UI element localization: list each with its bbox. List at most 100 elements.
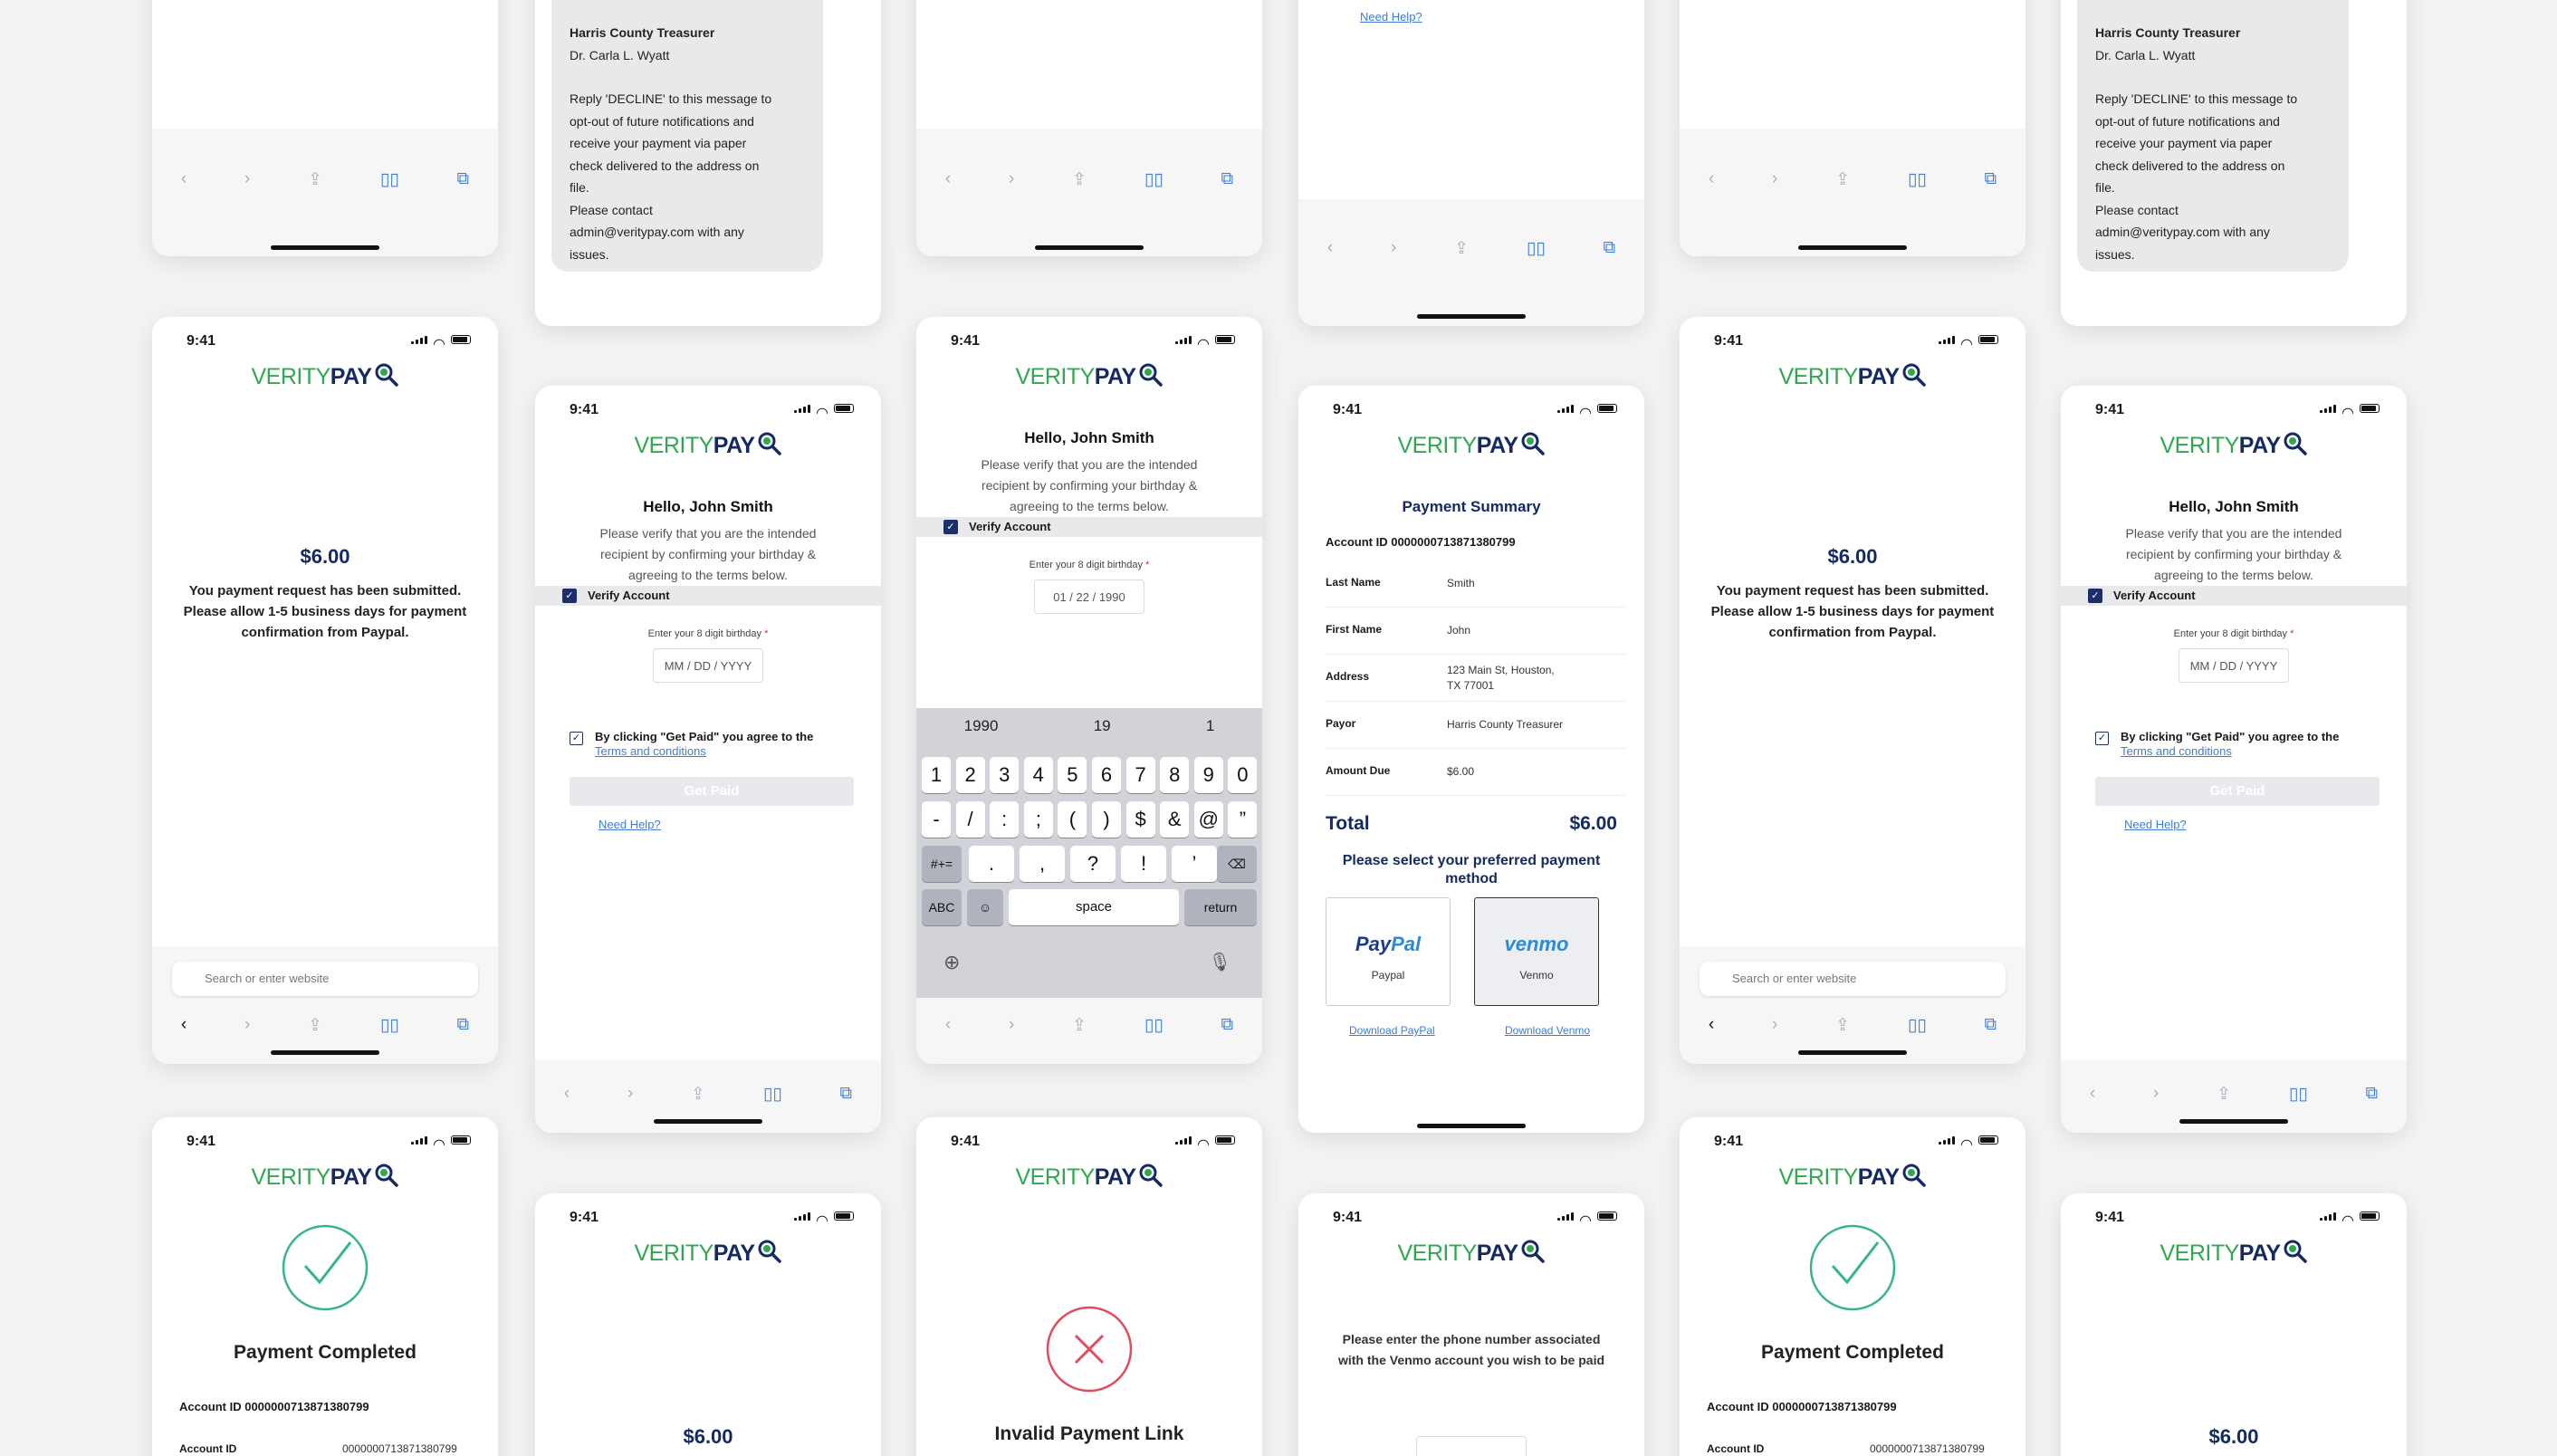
tabs-icon[interactable]: ⧉: [2366, 1084, 2379, 1104]
keyboard-key[interactable]: .: [969, 846, 1014, 882]
keyboard-key[interactable]: !: [1121, 846, 1166, 882]
keyboard-key[interactable]: :: [990, 801, 1020, 838]
delete-key[interactable]: ⌫: [1217, 846, 1257, 882]
download-paypal-link[interactable]: Download PayPal: [1349, 1024, 1435, 1037]
share-icon[interactable]: ⇪: [308, 1015, 322, 1036]
bookmarks-icon[interactable]: ▯▯: [763, 1084, 782, 1105]
forward-icon[interactable]: ›: [1009, 169, 1014, 189]
need-help-link[interactable]: Need Help?: [599, 818, 661, 831]
tabs-icon[interactable]: ⧉: [1985, 1015, 1997, 1035]
keyboard-key[interactable]: ,: [1020, 846, 1065, 882]
keyboard-key[interactable]: 0: [1228, 757, 1258, 793]
keyboard-key[interactable]: ;: [1023, 801, 1053, 838]
bookmarks-icon[interactable]: ▯▯: [2289, 1084, 2308, 1105]
share-icon[interactable]: ⇪: [1835, 169, 1850, 190]
forward-icon[interactable]: ›: [1009, 1015, 1014, 1035]
forward-icon[interactable]: ›: [1772, 169, 1777, 189]
need-help-link[interactable]: Need Help?: [2124, 818, 2187, 831]
back-icon[interactable]: ‹: [945, 1015, 951, 1035]
back-icon[interactable]: ‹: [181, 1015, 187, 1035]
microphone-icon[interactable]: 🎙: [1209, 951, 1231, 973]
globe-icon[interactable]: ⊕: [943, 951, 960, 974]
keyboard-key[interactable]: @: [1193, 801, 1223, 838]
abc-key[interactable]: ABC: [922, 889, 962, 925]
keyboard-key[interactable]: ?: [1070, 846, 1116, 882]
share-icon[interactable]: ⇪: [1072, 1015, 1087, 1036]
get-paid-button[interactable]: Get Paid: [2095, 777, 2380, 806]
bookmarks-icon[interactable]: ▯▯: [380, 1015, 399, 1036]
keyboard-key[interactable]: ): [1092, 801, 1121, 838]
checkbox-icon[interactable]: ✓: [2095, 732, 2109, 745]
forward-icon[interactable]: ›: [244, 1015, 250, 1035]
share-icon[interactable]: ⇪: [691, 1084, 705, 1105]
suggestion[interactable]: 1: [1206, 717, 1214, 735]
keyboard-key[interactable]: 6: [1092, 757, 1121, 793]
tabs-icon[interactable]: ⧉: [457, 169, 470, 189]
tabs-icon[interactable]: ⧉: [1604, 238, 1616, 258]
bookmarks-icon[interactable]: ▯▯: [1527, 238, 1546, 259]
bookmarks-icon[interactable]: ▯▯: [1908, 1015, 1927, 1036]
share-icon[interactable]: ⇪: [1454, 238, 1469, 259]
back-icon[interactable]: ‹: [1327, 238, 1333, 258]
keyboard-key[interactable]: ”: [1228, 801, 1258, 838]
space-key[interactable]: space: [1009, 889, 1179, 925]
forward-icon[interactable]: ›: [627, 1084, 633, 1104]
birthday-input[interactable]: MM / DD / YYYY: [653, 648, 763, 683]
search-input[interactable]: Search or enter website: [1700, 962, 2006, 996]
share-icon[interactable]: ⇪: [308, 169, 322, 190]
share-icon[interactable]: ⇪: [1835, 1015, 1850, 1036]
back-icon[interactable]: ‹: [2090, 1084, 2095, 1104]
checkbox-checked-icon[interactable]: ✓: [943, 520, 958, 534]
suggestion[interactable]: 1990: [964, 717, 999, 735]
keyboard-key[interactable]: 5: [1058, 757, 1087, 793]
tabs-icon[interactable]: ⧉: [457, 1015, 470, 1035]
tabs-icon[interactable]: ⧉: [1221, 1015, 1234, 1035]
birthday-input[interactable]: MM / DD / YYYY: [2179, 648, 2289, 683]
terms-link[interactable]: Terms and conditions: [2095, 744, 2232, 758]
checkbox-icon[interactable]: ✓: [570, 732, 583, 745]
tabs-icon[interactable]: ⧉: [1985, 169, 1997, 189]
get-paid-button[interactable]: Get Paid: [570, 777, 854, 806]
suggestion[interactable]: 19: [1094, 717, 1111, 735]
keyboard-key[interactable]: 9: [1193, 757, 1223, 793]
keyboard-key[interactable]: -: [922, 801, 951, 838]
keyboard-key[interactable]: ’: [1172, 846, 1217, 882]
return-key[interactable]: return: [1184, 889, 1257, 925]
forward-icon[interactable]: ›: [2153, 1084, 2159, 1104]
bookmarks-icon[interactable]: ▯▯: [1908, 169, 1927, 190]
forward-icon[interactable]: ›: [1772, 1015, 1777, 1035]
symbols-key[interactable]: #+=: [922, 846, 962, 882]
back-icon[interactable]: ‹: [945, 169, 951, 189]
forward-icon[interactable]: ›: [1391, 238, 1396, 258]
tabs-icon[interactable]: ⧉: [840, 1084, 853, 1104]
forward-icon[interactable]: ›: [244, 169, 250, 189]
download-venmo-link[interactable]: Download Venmo: [1505, 1024, 1590, 1037]
keyboard-key[interactable]: /: [955, 801, 985, 838]
phone-number-input[interactable]: [1416, 1436, 1527, 1456]
keyboard-key[interactable]: (: [1058, 801, 1087, 838]
paypal-option[interactable]: PayPal Paypal: [1326, 897, 1451, 1006]
back-icon[interactable]: ‹: [1709, 169, 1714, 189]
back-icon[interactable]: ‹: [564, 1084, 570, 1104]
keyboard-key[interactable]: &: [1160, 801, 1190, 838]
need-help-link[interactable]: Need Help?: [1360, 10, 1422, 24]
tabs-icon[interactable]: ⧉: [1221, 169, 1234, 189]
bookmarks-icon[interactable]: ▯▯: [1144, 169, 1164, 190]
keyboard-key[interactable]: 8: [1160, 757, 1190, 793]
keyboard-key[interactable]: 3: [990, 757, 1020, 793]
keyboard-key[interactable]: $: [1125, 801, 1155, 838]
checkbox-checked-icon[interactable]: ✓: [2088, 589, 2102, 603]
bookmarks-icon[interactable]: ▯▯: [1144, 1015, 1164, 1036]
venmo-option[interactable]: venmo Venmo: [1474, 897, 1599, 1006]
back-icon[interactable]: ‹: [1709, 1015, 1714, 1035]
keyboard-key[interactable]: 7: [1125, 757, 1155, 793]
search-input[interactable]: Search or enter website: [172, 962, 478, 996]
emoji-icon[interactable]: ☺: [967, 889, 1003, 925]
share-icon[interactable]: ⇪: [2217, 1084, 2231, 1105]
keyboard-key[interactable]: 4: [1023, 757, 1053, 793]
back-icon[interactable]: ‹: [181, 169, 187, 189]
share-icon[interactable]: ⇪: [1072, 169, 1087, 190]
birthday-input[interactable]: 01 / 22 / 1990: [1034, 580, 1144, 614]
checkbox-checked-icon[interactable]: ✓: [562, 589, 577, 603]
keyboard-key[interactable]: 2: [955, 757, 985, 793]
